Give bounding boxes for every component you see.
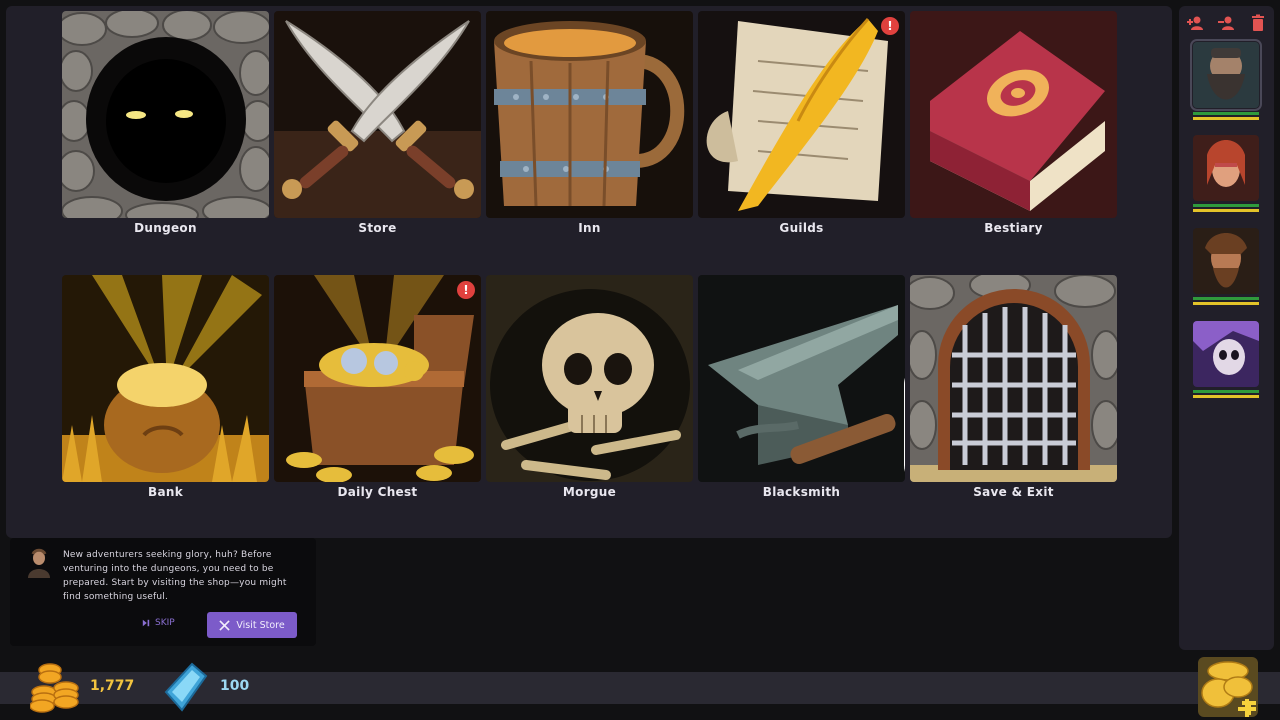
- save-exit-tile[interactable]: [910, 275, 1117, 482]
- stamina-bar: [1193, 209, 1259, 212]
- store-tile[interactable]: [274, 11, 481, 218]
- crossed-swords-icon: [274, 11, 481, 218]
- store-label: Store: [358, 221, 397, 235]
- bestiary-tile[interactable]: [910, 11, 1117, 218]
- gold-coins-icon: [29, 662, 80, 714]
- add-hero-icon[interactable]: [1186, 14, 1204, 32]
- guilds-label: Guilds: [779, 221, 824, 235]
- hero-status-bars: [1193, 297, 1259, 307]
- hero-status-bars: [1193, 390, 1259, 400]
- stamina-bar: [1193, 395, 1259, 398]
- gem-icon: [162, 662, 210, 712]
- buy-gold-button[interactable]: [1198, 657, 1258, 717]
- hero-portrait-elf-woman[interactable]: [1193, 135, 1259, 201]
- health-bar: [1193, 112, 1259, 115]
- hero-status-bars: [1193, 204, 1259, 214]
- health-bar: [1193, 390, 1259, 393]
- health-bar: [1193, 297, 1259, 300]
- portcullis-gate-icon: [910, 275, 1117, 482]
- hero-portrait-barbarian[interactable]: [1193, 228, 1259, 294]
- bank-label: Bank: [148, 485, 183, 499]
- visit-store-button[interactable]: Visit Store: [207, 612, 297, 638]
- inn-label: Inn: [578, 221, 601, 235]
- visit-store-label: Visit Store: [236, 619, 285, 631]
- dialog-message: New adventurers seeking glory, huh? Befo…: [63, 550, 287, 602]
- skip-button[interactable]: SKIP: [142, 618, 175, 628]
- hero-portrait-dwarf[interactable]: [1190, 39, 1262, 111]
- morgue-tile[interactable]: [486, 275, 693, 482]
- guilds-tile[interactable]: !: [698, 11, 905, 218]
- blacksmith-label: Blacksmith: [762, 485, 841, 499]
- crossed-swords-icon: [219, 619, 230, 631]
- stamina-bar: [1193, 302, 1259, 305]
- inn-tile[interactable]: [486, 11, 693, 218]
- remove-hero-icon[interactable]: [1217, 14, 1235, 32]
- dungeon-label: Dungeon: [134, 221, 197, 235]
- bestiary-label: Bestiary: [984, 221, 1043, 235]
- stamina-bar: [1193, 117, 1259, 120]
- skip-icon: [142, 619, 150, 627]
- alert-badge: !: [457, 281, 475, 299]
- delete-icon[interactable]: [1249, 14, 1267, 32]
- skull-icon: [486, 275, 693, 482]
- dungeon-tile[interactable]: [62, 11, 269, 218]
- gold-amount: 1,777: [90, 678, 135, 694]
- blacksmith-tile[interactable]: [698, 275, 905, 482]
- alert-badge: !: [881, 17, 899, 35]
- health-bar: [1193, 204, 1259, 207]
- hero-portrait-undead[interactable]: [1193, 321, 1259, 387]
- daily-chest-tile[interactable]: !: [274, 275, 481, 482]
- gem-amount: 100: [220, 678, 250, 694]
- hero-status-bars: [1193, 112, 1259, 122]
- dungeon-icon: [62, 11, 269, 218]
- lock-icon: [881, 281, 905, 472]
- save-exit-label: Save & Exit: [973, 485, 1054, 499]
- party-sidebar: [1179, 6, 1274, 650]
- scroll-quill-icon: [698, 11, 905, 218]
- book-icon: [910, 11, 1117, 218]
- daily-chest-label: Daily Chest: [337, 485, 418, 499]
- npc-portrait: [26, 548, 52, 578]
- party-actions: [1179, 14, 1274, 34]
- treasure-chest-icon: [274, 275, 481, 482]
- anvil-icon: [698, 275, 905, 482]
- tankard-icon: [486, 11, 693, 218]
- skip-label: SKIP: [155, 618, 175, 628]
- gold-sack-icon: [62, 275, 269, 482]
- morgue-label: Morgue: [562, 485, 617, 499]
- gold-plus-icon: [1198, 657, 1258, 717]
- tutorial-dialog: New adventurers seeking glory, huh? Befo…: [10, 538, 316, 646]
- bank-tile[interactable]: [62, 275, 269, 482]
